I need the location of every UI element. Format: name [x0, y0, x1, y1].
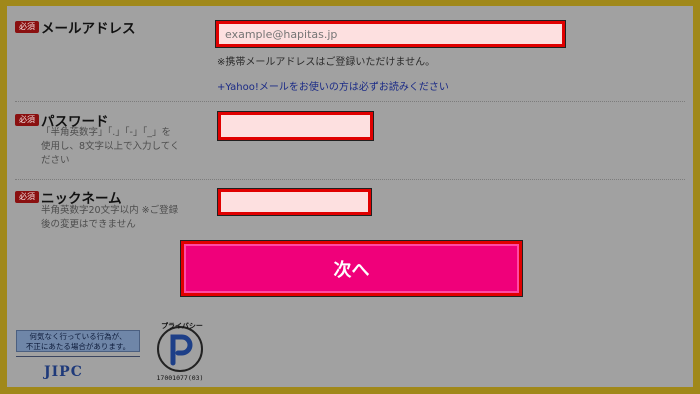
next-button[interactable]: 次へ [180, 240, 523, 297]
privacy-mark-number: 17001077(03) [156, 374, 204, 382]
required-badge: 必須 [15, 191, 39, 203]
privacy-mark-icon: プライバシー [157, 321, 203, 372]
divider [15, 101, 685, 102]
nickname-field[interactable] [217, 188, 372, 216]
required-badge: 必須 [15, 114, 39, 126]
jipc-notice: 何気なく行っている行為が、 不正にあたる場合があります。 [16, 330, 140, 352]
jipc-divider [16, 356, 140, 357]
email-label: メールアドレス [41, 21, 136, 37]
password-hint: 「半角英数字」「.」「-」「_」を 使用し、8文字以上で入力してく ださい [41, 127, 180, 166]
jipc-badge[interactable]: 何気なく行っている行為が、 不正にあたる場合があります。 JIPC [16, 330, 140, 380]
yahoo-mail-link[interactable]: +Yahoo!メールをお使いの方は必ずお読みください [217, 78, 449, 93]
privacy-mark[interactable]: プライバシー 17001077(03) [152, 319, 208, 383]
email-note: ※携帯メールアドレスはご登録いただけません。 [217, 57, 436, 68]
required-badge: 必須 [15, 21, 39, 33]
password-field[interactable] [217, 111, 374, 141]
email-field[interactable] [215, 20, 566, 48]
nickname-hint: 半角英数字20文字以内 ※ご登録 後の変更はできません [41, 205, 179, 230]
divider [15, 179, 685, 180]
registration-panel: 必須 メールアドレス ※携帯メールアドレスはご登録いただけません。 +Yahoo… [7, 6, 693, 387]
privacy-mark-text: プライバシー [161, 321, 203, 330]
jipc-logo: JIPC [44, 364, 83, 380]
